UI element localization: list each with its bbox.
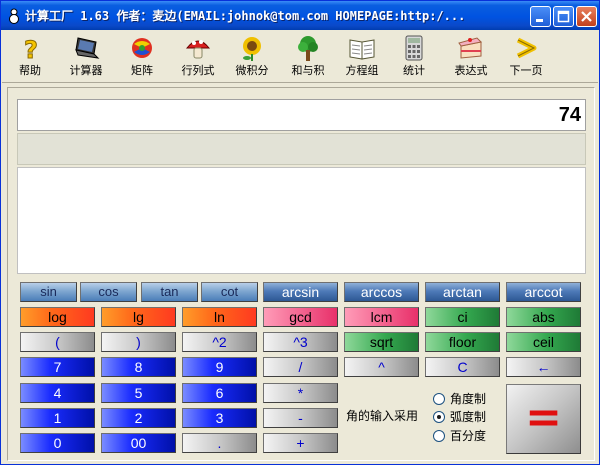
toolbar-determinant-label: 行列式 — [181, 64, 215, 77]
radio-gradians-dot[interactable] — [433, 430, 445, 442]
clear-button[interactable]: C — [425, 357, 500, 377]
toolbar-calculator[interactable]: 计算器 — [66, 32, 106, 82]
double-zero-button[interactable]: 00 — [101, 433, 176, 453]
toolbar-calculus-label: 微积分 — [235, 64, 269, 77]
toolbar-next-page[interactable]: 下一页 — [504, 32, 548, 82]
sin-button[interactable]: sin — [20, 282, 77, 302]
log-button[interactable]: log — [20, 307, 95, 327]
laptop-icon — [75, 37, 100, 59]
toolbar-determinant[interactable]: 行列式 — [176, 32, 220, 82]
digit-8-button[interactable]: 8 — [101, 357, 176, 377]
equals-button[interactable]: = — [506, 384, 581, 454]
toolbar: ? 帮助 计算器 矩阵 行列式 微积分 和与积 方程组 统计 表达式 下一页 — [2, 30, 598, 83]
expression-bar[interactable] — [17, 133, 586, 165]
radio-degrees-label: 角度制 — [450, 392, 487, 406]
toolbar-expression-label: 表达式 — [454, 64, 488, 77]
cos-button[interactable]: cos — [80, 282, 137, 302]
title-bar[interactable]: 计算工厂 1.63 作者：麦边(EMAIL:johnok@tom.com HOM… — [1, 1, 599, 30]
close-button[interactable] — [576, 6, 597, 27]
tan-button[interactable]: tan — [141, 282, 198, 302]
toolbar-expression[interactable]: 表达式 — [449, 32, 493, 82]
window-title: 计算工厂 1.63 作者：麦边(EMAIL:johnok@tom.com HOM… — [25, 9, 466, 23]
power-button[interactable]: ^ — [344, 357, 419, 377]
toolbar-equations-label: 方程组 — [345, 64, 379, 77]
abs-button[interactable]: abs — [506, 307, 581, 327]
divide-button[interactable]: / — [263, 357, 338, 377]
digit-2-button[interactable]: 2 — [101, 408, 176, 428]
question-icon: ? — [24, 36, 39, 63]
toolbar-help-label: 帮助 — [19, 64, 41, 77]
add-button[interactable]: + — [263, 433, 338, 453]
sunflower-icon — [243, 37, 261, 61]
toolbar-calculator-label: 计算器 — [69, 64, 103, 77]
toolbar-matrix-label: 矩阵 — [131, 64, 153, 77]
maximize-button[interactable] — [553, 6, 574, 27]
cube-button[interactable]: ^3 — [263, 332, 338, 352]
decimal-point-button[interactable]: . — [182, 433, 257, 453]
svg-text:?: ? — [24, 36, 38, 62]
toolbar-matrix[interactable]: 矩阵 — [126, 32, 158, 82]
radio-radians-dot[interactable] — [433, 411, 445, 423]
maximize-icon — [557, 10, 570, 23]
arcsin-button[interactable]: arcsin — [263, 282, 338, 302]
toolbar-equations[interactable]: 方程组 — [340, 32, 384, 82]
app-window: 计算工厂 1.63 作者：麦边(EMAIL:johnok@tom.com HOM… — [0, 0, 600, 465]
app-gourd-icon — [6, 7, 22, 24]
digit-7-button[interactable]: 7 — [20, 357, 95, 377]
ceil-button[interactable]: ceil — [506, 332, 581, 352]
result-display[interactable]: 74 — [17, 99, 586, 131]
radio-gradians-label: 百分度 — [450, 429, 487, 443]
toolbar-statistics[interactable]: 统计 — [398, 32, 430, 82]
multiply-button[interactable]: * — [263, 383, 338, 403]
tree-icon — [298, 36, 318, 61]
digit-9-button[interactable]: 9 — [182, 357, 257, 377]
arccos-button[interactable]: arccos — [344, 282, 419, 302]
sqrt-button[interactable]: sqrt — [344, 332, 419, 352]
ci-button[interactable]: ci — [425, 307, 500, 327]
minimize-icon — [536, 19, 543, 22]
toolbar-statistics-label: 统计 — [403, 64, 425, 77]
floor-button[interactable]: floor — [425, 332, 500, 352]
colorful-ball-icon — [132, 38, 152, 58]
digit-4-button[interactable]: 4 — [20, 383, 95, 403]
close-icon — [581, 11, 592, 22]
arctan-button[interactable]: arctan — [425, 282, 500, 302]
mushroom-icon — [185, 40, 211, 59]
toolbar-help[interactable]: ? 帮助 — [14, 32, 46, 82]
digit-5-button[interactable]: 5 — [101, 383, 176, 403]
right-paren-button[interactable]: ) — [101, 332, 176, 352]
backspace-button[interactable]: ← — [506, 357, 581, 377]
minimize-button[interactable] — [530, 6, 551, 27]
book-icon — [349, 39, 375, 60]
radio-degrees-dot[interactable] — [433, 393, 445, 405]
next-arrow-icon — [516, 37, 537, 59]
toolbar-sum-product-label: 和与积 — [291, 64, 325, 77]
calculator-icon — [405, 35, 423, 61]
digit-6-button[interactable]: 6 — [182, 383, 257, 403]
cot-button[interactable]: cot — [201, 282, 258, 302]
cake-icon — [458, 37, 483, 59]
radio-radians-label: 弧度制 — [450, 410, 487, 424]
toolbar-calculus[interactable]: 微积分 — [230, 32, 274, 82]
lg-button[interactable]: lg — [101, 307, 176, 327]
left-paren-button[interactable]: ( — [20, 332, 95, 352]
toolbar-sum-product[interactable]: 和与积 — [286, 32, 330, 82]
arccot-button[interactable]: arccot — [506, 282, 581, 302]
equals-sign: = — [525, 392, 562, 443]
angle-mode-label: 角的输入采用 — [346, 409, 419, 423]
ln-button[interactable]: ln — [182, 307, 257, 327]
digit-3-button[interactable]: 3 — [182, 408, 257, 428]
toolbar-next-page-label: 下一页 — [509, 64, 543, 77]
digit-1-button[interactable]: 1 — [20, 408, 95, 428]
subtract-button[interactable]: - — [263, 408, 338, 428]
work-area[interactable] — [17, 167, 586, 274]
digit-0-button[interactable]: 0 — [20, 433, 95, 453]
square-button[interactable]: ^2 — [182, 332, 257, 352]
gcd-button[interactable]: gcd — [263, 307, 338, 327]
lcm-button[interactable]: lcm — [344, 307, 419, 327]
result-value: 74 — [558, 104, 581, 126]
